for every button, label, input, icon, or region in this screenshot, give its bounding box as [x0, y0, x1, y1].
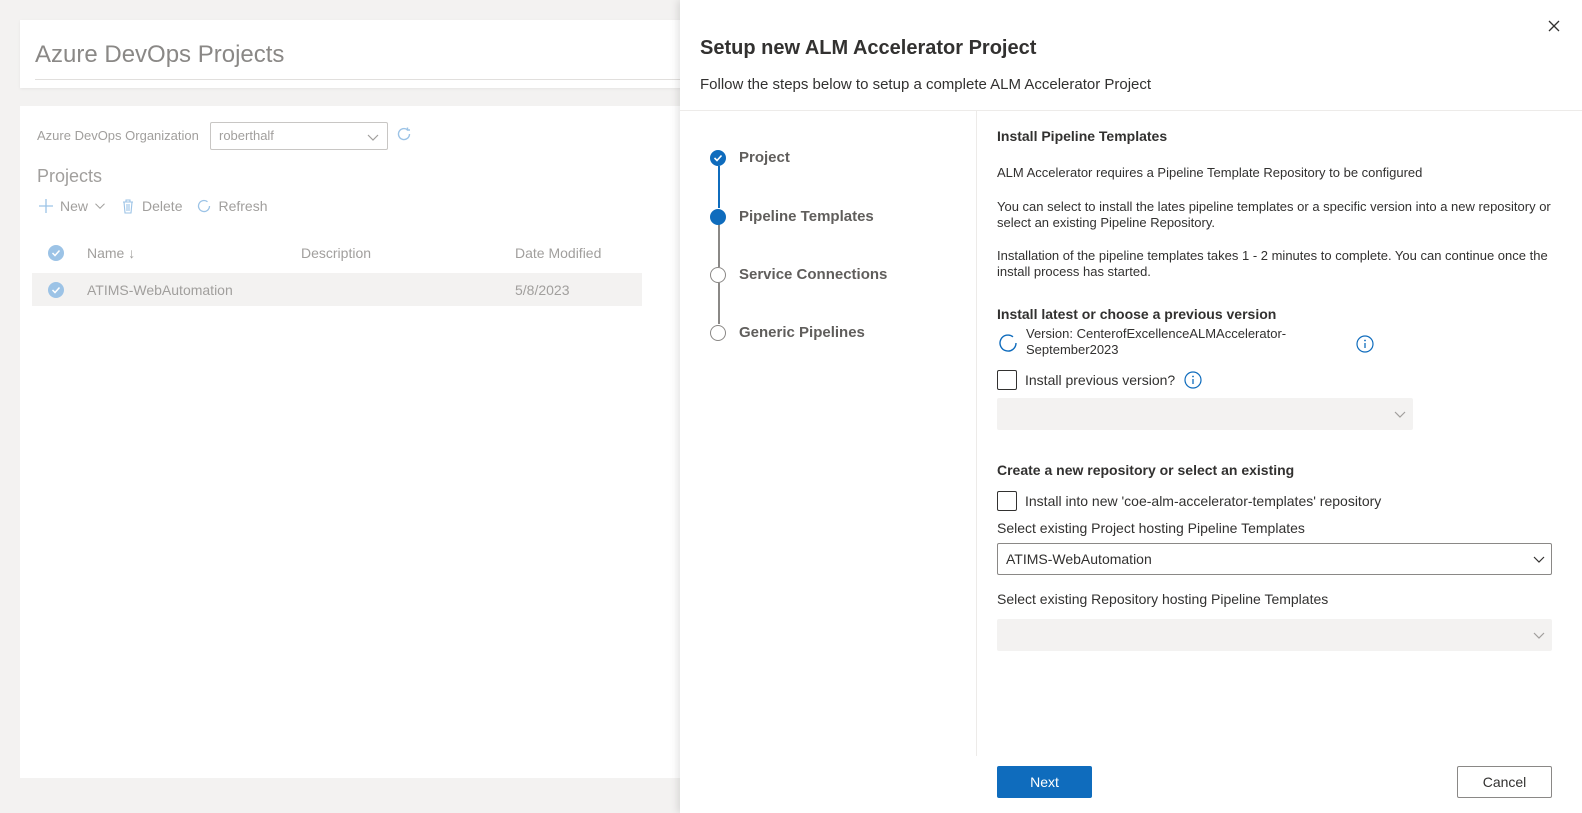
delete-button[interactable]: Delete: [120, 198, 182, 214]
description-text: ALM Accelerator requires a Pipeline Temp…: [997, 165, 1423, 180]
install-new-repo-label: Install into new 'coe-alm-accelerator-te…: [1025, 493, 1382, 509]
row-checkbox[interactable]: [48, 282, 64, 298]
add-icon: [39, 199, 53, 213]
table-row[interactable]: ATIMS-WebAutomation 5/8/2023: [32, 273, 642, 306]
select-all-checkbox[interactable]: [48, 245, 64, 261]
step-pending-icon: [710, 324, 726, 341]
check-icon: [51, 286, 61, 294]
description-text: Installation of the pipeline templates t…: [997, 248, 1548, 279]
panel-subtitle: Follow the steps below to setup a comple…: [700, 76, 1152, 93]
setup-panel: Setup new ALM Accelerator Project Follow…: [680, 0, 1582, 813]
version-section-title: Install latest or choose a previous vers…: [997, 306, 1277, 322]
column-header-description[interactable]: Description: [301, 245, 371, 261]
install-new-repo-checkbox[interactable]: [997, 491, 1017, 511]
header-divider: [35, 79, 700, 80]
step-label: Project: [739, 149, 790, 166]
refresh-button[interactable]: Refresh: [196, 198, 268, 214]
step-label: Pipeline Templates: [739, 208, 874, 225]
row-date-modified: 5/8/2023: [515, 282, 570, 298]
repo-select-dropdown[interactable]: [997, 619, 1552, 651]
repo-section-title: Create a new repository or select an exi…: [997, 462, 1295, 478]
step-connector: [718, 283, 720, 324]
step-service-connections[interactable]: Service Connections: [710, 266, 887, 283]
step-project[interactable]: Project: [710, 149, 790, 166]
project-select-value: ATIMS-WebAutomation: [1006, 551, 1152, 567]
row-name: ATIMS-WebAutomation: [87, 282, 233, 298]
step-complete-icon: [710, 149, 726, 166]
info-icon[interactable]: [1184, 371, 1202, 389]
new-button[interactable]: New: [38, 198, 106, 214]
close-icon[interactable]: [1546, 18, 1562, 34]
install-previous-checkbox[interactable]: [997, 370, 1017, 390]
trash-icon: [123, 199, 134, 214]
projects-heading: Projects: [37, 166, 103, 186]
step-pending-icon: [710, 266, 726, 283]
chevron-down-icon: [1533, 632, 1545, 639]
column-header-date-modified[interactable]: Date Modified: [515, 245, 601, 261]
step-label: Service Connections: [739, 266, 888, 283]
projects-panel: Azure DevOps Organization roberthalf Pro…: [20, 106, 700, 778]
step-connector: [718, 224, 720, 267]
org-select[interactable]: roberthalf: [210, 122, 388, 150]
step-generic-pipelines[interactable]: Generic Pipelines: [710, 324, 865, 341]
install-previous-label: Install previous version?: [1025, 372, 1176, 388]
version-text: Version: CenterofExcellenceALMAccelerato…: [1026, 326, 1326, 358]
panel-divider: [680, 110, 1582, 111]
chevron-down-icon: [1533, 556, 1545, 563]
org-label: Azure DevOps Organization: [37, 128, 199, 143]
refresh-icon[interactable]: [396, 126, 412, 142]
version-text-line: Version: CenterofExcellenceALMAccelerato…: [1026, 326, 1287, 341]
column-header-name[interactable]: Name ↓: [87, 245, 135, 261]
repo-select-label: Select existing Repository hosting Pipel…: [997, 591, 1329, 607]
delete-label: Delete: [142, 198, 183, 214]
step-label: Generic Pipelines: [739, 324, 865, 341]
chevron-down-icon: [95, 203, 105, 209]
check-icon: [51, 249, 61, 257]
description-text: You can select to install the lates pipe…: [997, 199, 1551, 230]
cancel-button[interactable]: Cancel: [1457, 766, 1552, 798]
panel-title: Setup new ALM Accelerator Project: [700, 37, 1037, 59]
loading-spinner-icon: [999, 334, 1017, 352]
step-active-icon: [710, 208, 726, 225]
refresh-label: Refresh: [218, 198, 268, 214]
chevron-down-icon: [367, 134, 379, 141]
next-button[interactable]: Next: [997, 766, 1092, 798]
refresh-icon: [198, 199, 211, 213]
page-title: Azure DevOps Projects: [35, 41, 285, 68]
project-select-label: Select existing Project hosting Pipeline…: [997, 520, 1305, 536]
command-bar: New Delete Refresh: [38, 198, 268, 214]
steps-divider: [976, 110, 977, 756]
org-select-value: roberthalf: [219, 128, 274, 143]
previous-version-dropdown[interactable]: [997, 398, 1413, 430]
new-label: New: [60, 198, 89, 214]
step-pipeline-templates[interactable]: Pipeline Templates: [710, 208, 874, 225]
section-title: Install Pipeline Templates: [997, 128, 1168, 144]
step-connector: [718, 166, 720, 208]
page-header: Azure DevOps Projects: [20, 20, 700, 88]
info-icon[interactable]: [1356, 335, 1374, 353]
version-text-line: September2023: [1026, 342, 1119, 357]
project-select-dropdown[interactable]: ATIMS-WebAutomation: [997, 543, 1552, 575]
chevron-down-icon: [1394, 411, 1406, 418]
table-header: Name ↓ Description Date Modified: [32, 238, 642, 268]
